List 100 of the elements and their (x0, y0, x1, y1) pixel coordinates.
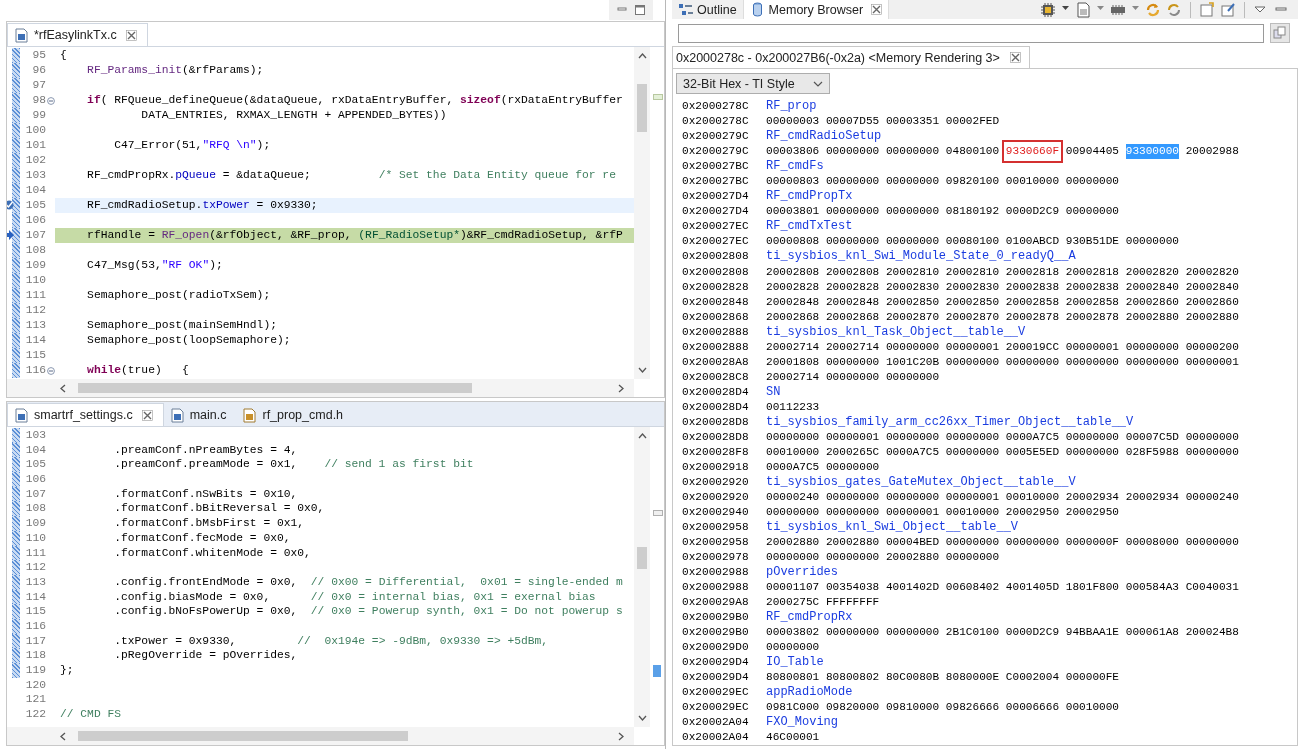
editor-tab[interactable]: rf_prop_cmd.h (236, 404, 354, 426)
scrollbar-thumb[interactable] (78, 731, 408, 741)
memory-address: 0x200027EC (682, 234, 750, 250)
close-icon[interactable] (871, 4, 883, 15)
chip-icon[interactable] (1040, 1, 1056, 18)
rendering-tab[interactable]: 0x2000278c - 0x200027B6(-0x2a) <Memory Rendering 3> (672, 46, 1030, 68)
memory-word: 00004BED (885, 534, 940, 550)
code-line: .formatConf.nSwBits = 0x10, (113, 486, 299, 502)
tab-label[interactable]: smartrf_settings.c (34, 408, 133, 422)
memory-word: 20002878 (1005, 309, 1060, 325)
code-line: .formatConf.bMsbFirst = 0x1, (113, 516, 306, 531)
memory-word: 2000265C (825, 444, 880, 460)
memory-word: 20002934 (1065, 489, 1120, 505)
scroll-up-icon[interactable] (637, 53, 647, 59)
memory-word: 00010000 (1005, 174, 1060, 190)
format-dropdown[interactable]: 32-Bit Hex - TI Style (676, 73, 830, 95)
memory-word: 20002820 (1125, 264, 1179, 280)
scroll-up-icon[interactable] (637, 433, 647, 439)
memory-word: 20002880 (825, 534, 880, 550)
memory-word: 00354038 (825, 579, 880, 595)
memory-word: 00000000 (945, 549, 1000, 565)
view-tab[interactable]: Memory Browser (742, 0, 890, 19)
scroll-down-icon[interactable] (637, 367, 647, 373)
scroll-left-icon[interactable] (60, 731, 66, 741)
memory-word: 08180192 (945, 204, 1000, 220)
memory-word: 20002860 (1125, 294, 1179, 310)
vertical-scrollbar[interactable] (634, 427, 650, 727)
scroll-left-icon[interactable] (60, 383, 66, 393)
memory-word: 00000000 (885, 144, 940, 160)
memory-word: 20002808 (766, 264, 820, 280)
tab-label[interactable]: rf_prop_cmd.h (262, 408, 344, 422)
editor-tab[interactable]: smartrf_settings.c (7, 403, 164, 426)
overview-marker[interactable] (653, 510, 663, 516)
memory-word: 20002820 (1185, 264, 1239, 280)
collapse-icon[interactable] (46, 366, 55, 375)
memory-word: 09810000 (885, 699, 940, 715)
close-icon[interactable] (1009, 52, 1021, 63)
memory-word: 00000000 (1125, 339, 1179, 355)
line-number: 106 (24, 213, 46, 228)
memory-address: 0x200027BC (682, 159, 750, 175)
scroll-right-icon[interactable] (618, 731, 624, 741)
tab-label[interactable]: *rfEasylinkTx.c (34, 28, 117, 42)
new-window-icon[interactable] (1199, 1, 1215, 18)
memory-word: 00010000 (766, 444, 820, 460)
memory-word: 09826666 (945, 699, 1000, 715)
editor-tab[interactable]: *rfEasylinkTx.c (7, 23, 148, 46)
memory-word: 20002988 (1185, 144, 1239, 160)
scrollbar-thumb[interactable] (637, 84, 647, 132)
document-icon[interactable] (1075, 1, 1091, 18)
memory-word: 20002858 (1005, 294, 1060, 310)
memory-word: 00000000 (825, 174, 880, 190)
close-icon[interactable] (141, 409, 153, 421)
line-number: 110 (24, 530, 46, 546)
horizontal-scrollbar[interactable] (7, 727, 634, 745)
line-number: 99 (31, 108, 46, 123)
memory-word: 00006666 (1005, 699, 1060, 715)
scroll-right-icon[interactable] (618, 383, 624, 393)
memory-address: 0x20002958 (682, 519, 750, 535)
maximize-icon[interactable] (633, 3, 647, 17)
memory-word: 0981C000 (766, 699, 820, 715)
address-field[interactable] (678, 23, 1264, 43)
memory-word: 0000000F (1065, 534, 1120, 550)
code-line: Semaphore_post(mainSemHndl); (86, 318, 278, 333)
memory-word: FFFFFFFF (825, 594, 880, 610)
memory-word: 20002880 (1185, 309, 1239, 325)
memory-word: 00000001 (945, 339, 1000, 355)
tab-label[interactable]: main.c (189, 408, 227, 422)
memory-word: 0005E5ED (1005, 444, 1060, 460)
go-button[interactable] (1270, 23, 1290, 43)
memory-word: 00000000 (1185, 444, 1239, 460)
symbol-label: ti_sysbios_knl_Swi_Module_State_0_readyQ__A (766, 249, 1076, 265)
scroll-down-icon[interactable] (637, 715, 647, 721)
overview-marker[interactable] (653, 665, 661, 677)
overview-marker[interactable] (653, 94, 663, 100)
memory-word: 4001405D (1005, 579, 1060, 595)
sync-icon[interactable] (1145, 1, 1161, 18)
scrollbar-thumb[interactable] (78, 383, 472, 393)
memory-word: 20002714 (766, 339, 820, 355)
line-number: 96 (31, 63, 46, 78)
memory-word: 20002860 (1185, 294, 1239, 310)
memory-word: 00000240 (766, 489, 820, 505)
memory-word: 20002880 (885, 549, 940, 565)
collapse-icon[interactable] (46, 96, 55, 105)
symbol-label: RF_cmdRadioSetup (766, 129, 882, 145)
memory-word: 00002FED (945, 114, 1000, 130)
line-number: 104 (24, 183, 46, 198)
vertical-scrollbar[interactable] (634, 47, 650, 379)
scrollbar-thumb[interactable] (637, 547, 647, 569)
memory-word: 20002870 (945, 309, 1000, 325)
close-icon[interactable] (125, 29, 137, 41)
memory-word: 0000A7C5 (885, 444, 940, 460)
memory-word: 00000000 (885, 624, 940, 640)
memory-word: 00000000 (945, 534, 1000, 550)
refresh-icon[interactable] (1166, 1, 1182, 18)
symbol-label: IO_Table (766, 654, 824, 670)
editor-tab[interactable]: main.c (163, 404, 237, 426)
memory-word: 00000808 (766, 234, 820, 250)
view-tab[interactable]: Outline (672, 0, 743, 19)
horizontal-scrollbar[interactable] (7, 379, 634, 397)
memory-word: 00003802 (766, 624, 820, 640)
